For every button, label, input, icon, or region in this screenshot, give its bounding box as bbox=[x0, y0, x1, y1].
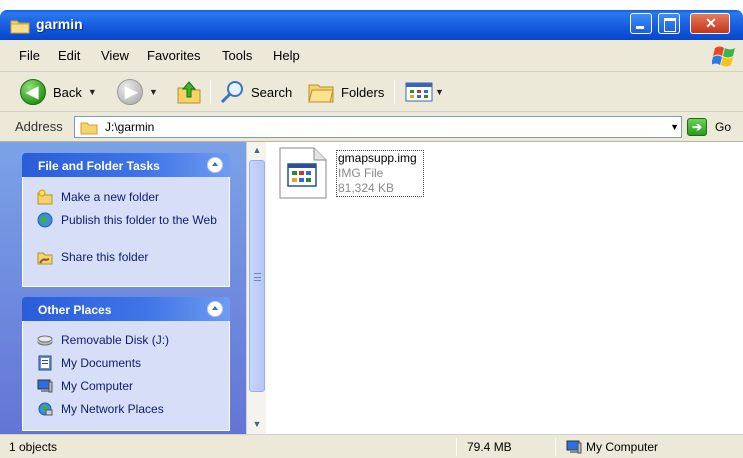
forward-arrow-icon: ▶ bbox=[117, 79, 143, 105]
file-name: gmapsupp.img bbox=[338, 151, 417, 165]
share-folder-icon bbox=[37, 252, 53, 265]
file-list[interactable]: gmapsupp.img IMG File 81,324 KB bbox=[266, 142, 743, 434]
chevron-down-icon: ▼ bbox=[435, 87, 444, 97]
address-input[interactable]: J:\garmin ▼ bbox=[74, 116, 682, 138]
back-label: Back bbox=[53, 84, 82, 100]
place-label: My Network Places bbox=[61, 402, 164, 416]
folder-icon bbox=[10, 20, 30, 34]
address-value: J:\garmin bbox=[105, 120, 155, 134]
window-title: garmin bbox=[36, 16, 83, 32]
status-object-count: 1 objects bbox=[9, 440, 58, 454]
menu-favorites[interactable]: Favorites bbox=[147, 48, 200, 63]
scroll-up-icon[interactable]: ▲ bbox=[249, 142, 265, 158]
folders-button[interactable]: Folders bbox=[307, 78, 384, 106]
new-folder-icon bbox=[37, 189, 53, 205]
go-arrow-icon[interactable]: ➔ bbox=[687, 118, 707, 136]
task-label: Share this folder bbox=[61, 250, 149, 264]
status-location: My Computer bbox=[586, 440, 659, 454]
menu-view[interactable]: View bbox=[101, 48, 129, 63]
file-item[interactable]: gmapsupp.img IMG File 81,324 KB bbox=[278, 146, 428, 200]
globe-icon bbox=[37, 212, 53, 228]
status-divider bbox=[456, 438, 457, 456]
file-type: IMG File bbox=[338, 166, 384, 180]
menu-file[interactable]: File bbox=[19, 48, 40, 63]
places-panel-header[interactable]: Other Places bbox=[22, 297, 230, 321]
place-network-places[interactable]: My Network Places bbox=[37, 401, 164, 417]
menu-help[interactable]: Help bbox=[273, 48, 300, 63]
place-my-computer[interactable]: My Computer bbox=[37, 378, 133, 394]
place-label: My Computer bbox=[61, 379, 134, 393]
img-file-icon bbox=[279, 147, 327, 199]
task-pane: File and Folder Tasks Make a new folder … bbox=[0, 142, 246, 434]
collapse-icon[interactable] bbox=[207, 157, 223, 173]
grip-icon bbox=[254, 273, 261, 281]
maximize-button[interactable] bbox=[658, 13, 680, 34]
forward-button[interactable]: ▶ ▼ bbox=[117, 78, 158, 106]
search-icon bbox=[220, 81, 243, 104]
file-label: gmapsupp.img IMG File 81,324 KB bbox=[336, 150, 424, 197]
toolbar-separator bbox=[394, 80, 395, 104]
toolbar: ◀ Back ▼ ▶ ▼ Search Folders ▼ bbox=[0, 72, 743, 112]
place-label: Removable Disk (J:) bbox=[61, 333, 170, 347]
my-documents-icon bbox=[38, 355, 52, 371]
status-bar: 1 objects 79.4 MB My Computer bbox=[0, 434, 743, 458]
collapse-icon[interactable] bbox=[207, 301, 223, 317]
back-button[interactable]: ◀ Back ▼ bbox=[20, 78, 97, 106]
go-button[interactable]: Go bbox=[715, 120, 731, 134]
address-label: Address bbox=[15, 119, 63, 134]
task-label: Make a new folder bbox=[61, 190, 160, 204]
places-panel-title: Other Places bbox=[38, 303, 112, 317]
task-pane-scrollbar[interactable]: ▲ ▼ bbox=[246, 142, 266, 434]
tasks-panel-title: File and Folder Tasks bbox=[38, 159, 160, 173]
views-icon bbox=[405, 82, 433, 102]
my-computer-icon bbox=[37, 379, 53, 393]
tasks-panel: Make a new folder Publish this folder to… bbox=[22, 177, 230, 287]
search-button[interactable]: Search bbox=[219, 78, 292, 106]
task-label: Publish this folder to the Web bbox=[61, 213, 217, 227]
network-places-icon bbox=[38, 402, 53, 416]
task-make-new-folder[interactable]: Make a new folder bbox=[37, 189, 159, 205]
chevron-down-icon: ▼ bbox=[149, 87, 158, 97]
task-share-folder[interactable]: Share this folder bbox=[37, 249, 148, 265]
minimize-button[interactable] bbox=[630, 13, 652, 34]
folders-label: Folders bbox=[341, 84, 385, 100]
chevron-down-icon[interactable]: ▼ bbox=[670, 122, 679, 132]
places-panel: Removable Disk (J:) My Documents My Comp… bbox=[22, 321, 230, 431]
toolbar-separator bbox=[210, 80, 211, 104]
task-publish-folder[interactable]: Publish this folder to the Web bbox=[37, 212, 217, 246]
search-label: Search bbox=[251, 84, 293, 100]
menu-tools[interactable]: Tools bbox=[222, 48, 252, 63]
tasks-panel-header[interactable]: File and Folder Tasks bbox=[22, 153, 230, 177]
chevron-down-icon: ▼ bbox=[87, 87, 97, 97]
up-folder-button[interactable] bbox=[176, 78, 202, 106]
menu-edit[interactable]: Edit bbox=[58, 48, 80, 63]
close-icon: ✕ bbox=[705, 15, 717, 31]
scroll-down-icon[interactable]: ▼ bbox=[249, 416, 265, 432]
up-folder-icon bbox=[177, 81, 201, 104]
views-button[interactable]: ▼ bbox=[405, 78, 444, 106]
place-label: My Documents bbox=[61, 356, 142, 370]
removable-disk-icon bbox=[37, 335, 53, 346]
address-bar: Address J:\garmin ▼ ➔ Go bbox=[0, 112, 743, 142]
folder-icon bbox=[80, 122, 98, 135]
windows-logo-icon bbox=[712, 46, 735, 67]
status-divider bbox=[555, 438, 556, 456]
close-button[interactable]: ✕ bbox=[690, 13, 730, 34]
status-size: 79.4 MB bbox=[467, 440, 512, 454]
place-my-documents[interactable]: My Documents bbox=[37, 355, 141, 371]
place-removable-disk[interactable]: Removable Disk (J:) bbox=[37, 332, 169, 348]
title-bar: garmin ✕ bbox=[0, 10, 743, 40]
my-computer-icon bbox=[566, 440, 582, 454]
menu-bar: File Edit View Favorites Tools Help bbox=[0, 40, 743, 72]
file-size: 81,324 KB bbox=[338, 181, 395, 195]
scrollbar-thumb[interactable] bbox=[249, 160, 265, 392]
back-arrow-icon: ◀ bbox=[20, 79, 46, 105]
folders-icon bbox=[308, 84, 334, 103]
